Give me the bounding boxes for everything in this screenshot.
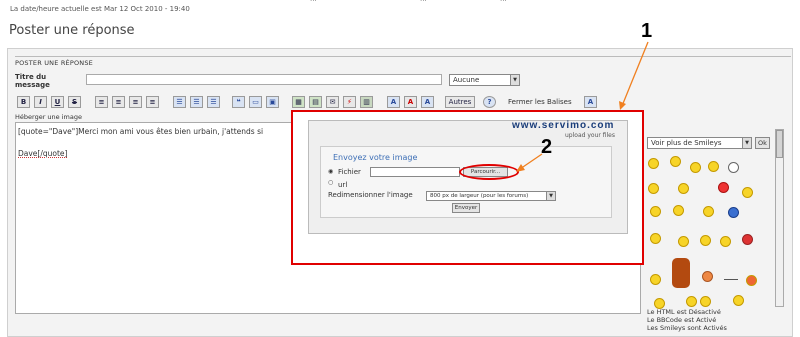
html-status: Le HTML est Désactivé: [647, 308, 721, 316]
arrow-2-head-icon: [516, 164, 525, 172]
smiley-icon[interactable]: [746, 275, 757, 286]
smileys-select[interactable]: Voir plus de Smileys ▼: [647, 137, 752, 149]
arrow-1-head-icon: [619, 101, 626, 110]
smiley-icon[interactable]: [650, 274, 661, 285]
flame-smiley-icon[interactable]: [672, 258, 690, 288]
smileys-status: Les Smileys sont Activés: [647, 324, 727, 332]
smileys-ok-button[interactable]: Ok: [755, 137, 770, 149]
smiley-icon[interactable]: [648, 183, 659, 194]
smiley-icon[interactable]: [708, 161, 719, 172]
smiley-icon[interactable]: [678, 183, 689, 194]
smiley-icon[interactable]: [702, 271, 713, 282]
chevron-down-icon: ▼: [742, 138, 751, 148]
smiley-icon[interactable]: [686, 296, 697, 307]
smiley-icon[interactable]: [742, 234, 753, 245]
smiley-icon[interactable]: [673, 205, 684, 216]
arrow-1-icon: [621, 41, 649, 107]
smiley-icon[interactable]: [720, 236, 731, 247]
smiley-icon[interactable]: [690, 162, 701, 173]
smiley-icon[interactable]: [728, 207, 739, 218]
smiley-icon[interactable]: [670, 156, 681, 167]
smiley-icon[interactable]: [700, 235, 711, 246]
smiley-icon[interactable]: [678, 236, 689, 247]
post-options-status: Le HTML est Désactivé Le BBCode est Acti…: [647, 308, 727, 332]
smiley-icon[interactable]: [650, 206, 661, 217]
smileys-select-value: Voir plus de Smileys: [651, 139, 722, 147]
smiley-icon[interactable]: [742, 187, 753, 198]
smiley-icon[interactable]: [733, 295, 744, 306]
smiley-icon[interactable]: [700, 296, 711, 307]
arrow-2-icon: [519, 153, 543, 170]
smiley-icon[interactable]: [724, 274, 738, 280]
bbcode-status: Le BBCode est Activé: [647, 316, 717, 324]
smiley-icon[interactable]: [703, 206, 714, 217]
smiley-icon[interactable]: [728, 162, 739, 173]
smiley-icon[interactable]: [648, 158, 659, 169]
scrollbar-thumb[interactable]: [776, 130, 783, 158]
smiley-icon[interactable]: [650, 233, 661, 244]
smiley-icon[interactable]: [718, 182, 729, 193]
